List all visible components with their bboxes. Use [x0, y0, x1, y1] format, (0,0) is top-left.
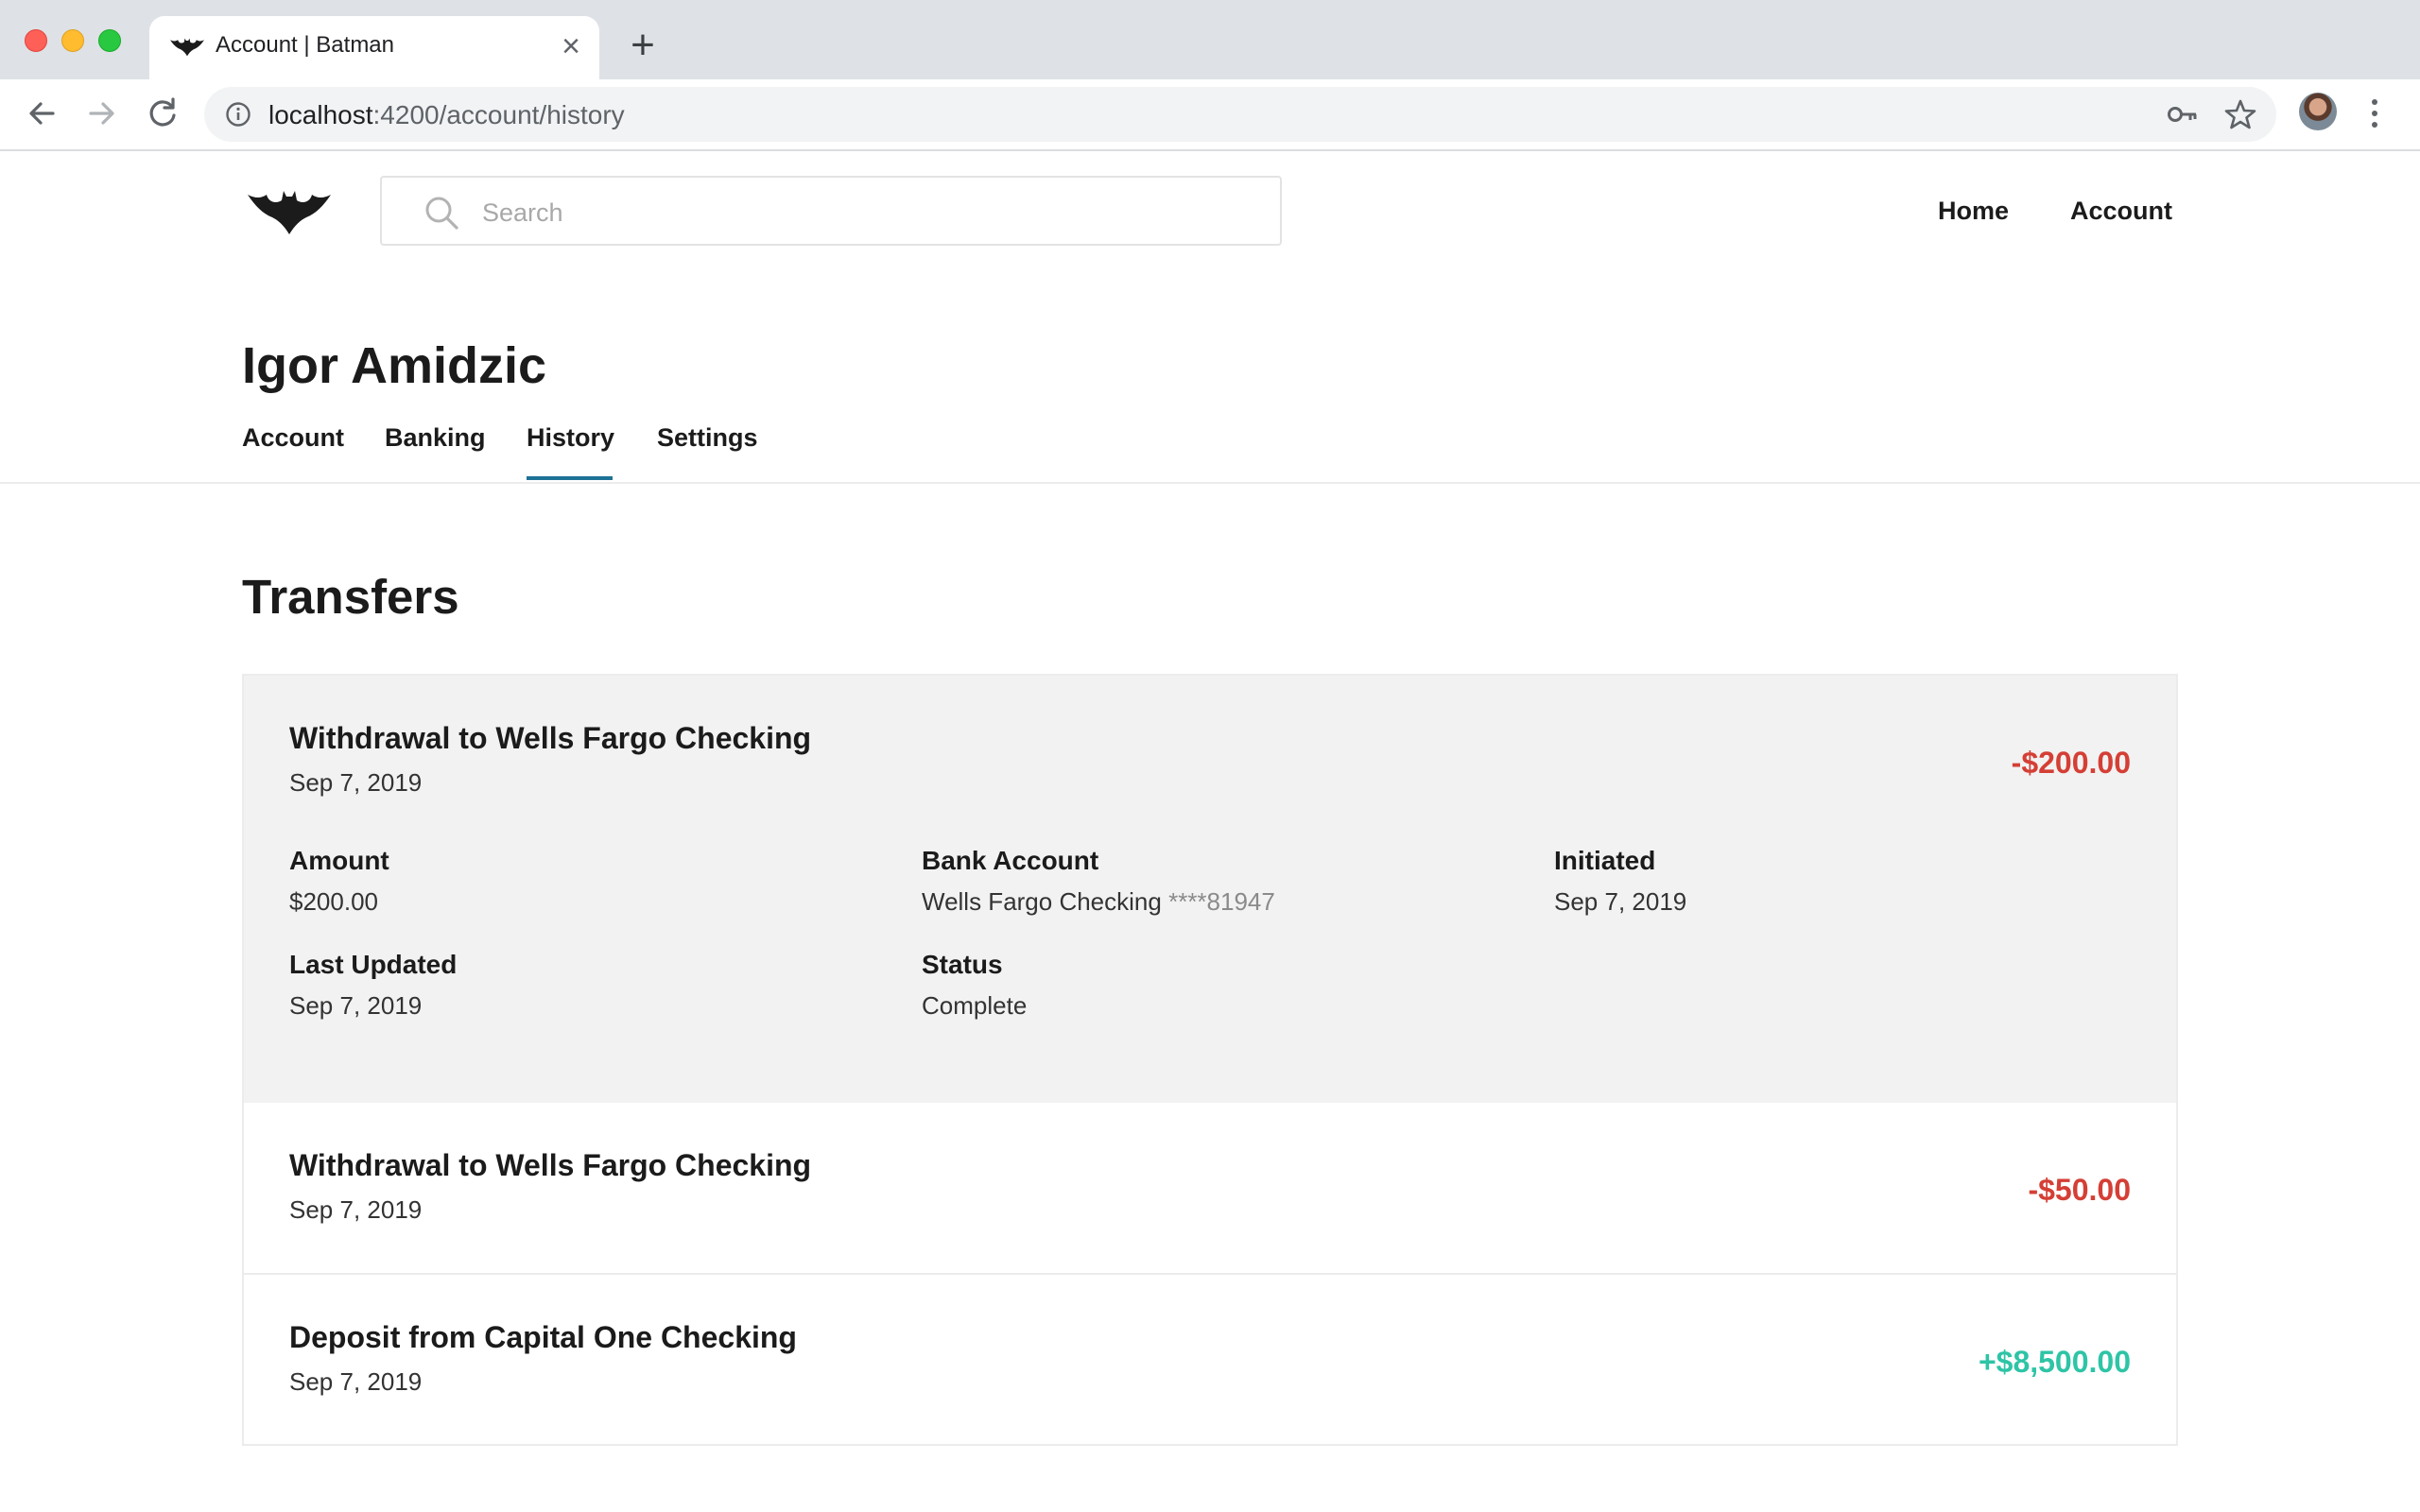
detail-label: Status [922, 950, 1003, 979]
detail-value: Sep 7, 2019 [289, 991, 423, 1020]
browser-tab-title: Account | Batman [216, 32, 394, 58]
transfer-title: Withdrawal to Wells Fargo Checking [289, 1148, 812, 1182]
detail-value: $200.00 [289, 887, 378, 916]
browser-toolbar: localhost:4200/account/history [0, 79, 2420, 151]
search-icon [425, 197, 458, 230]
user-name-heading: Igor Amidzic [242, 337, 547, 394]
window-zoom-button[interactable] [98, 29, 121, 52]
detail-label: Amount [289, 846, 389, 875]
transfers-heading: Transfers [242, 570, 459, 624]
close-icon[interactable]: × [556, 30, 586, 62]
detail-value: Sep 7, 2019 [1554, 887, 1687, 916]
transfer-row-expanded[interactable]: Withdrawal to Wells Fargo Checking Sep 7… [244, 676, 2176, 1103]
reload-icon[interactable] [144, 94, 182, 132]
url-host: localhost [268, 100, 373, 129]
transfer-date: Sep 7, 2019 [289, 768, 423, 797]
detail-status: Status Complete [922, 950, 1027, 1021]
transfer-row[interactable]: Withdrawal to Wells Fargo Checking Sep 7… [244, 1103, 2176, 1275]
detail-label: Initiated [1554, 846, 1656, 875]
forward-arrow-icon[interactable] [83, 94, 121, 132]
transfer-list: Withdrawal to Wells Fargo Checking Sep 7… [242, 674, 2178, 1446]
tab-account[interactable]: Account [242, 423, 344, 453]
detail-label: Last Updated [289, 950, 458, 979]
address-bar[interactable]: localhost:4200/account/history [204, 87, 2276, 142]
tab-banking[interactable]: Banking [385, 423, 486, 453]
url-text: localhost:4200/account/history [268, 100, 625, 130]
star-icon[interactable] [2223, 97, 2257, 131]
bank-account-mask: ****81947 [1168, 887, 1275, 916]
transfer-date: Sep 7, 2019 [289, 1195, 423, 1224]
transfer-row[interactable]: Deposit from Capital One Checking Sep 7,… [244, 1275, 2176, 1444]
bank-account-name: Wells Fargo Checking [922, 887, 1162, 916]
detail-last-updated: Last Updated Sep 7, 2019 [289, 950, 457, 1021]
detail-value: Wells Fargo Checking ****81947 [922, 887, 1275, 917]
transfer-title: Withdrawal to Wells Fargo Checking [289, 721, 812, 755]
search-box[interactable] [380, 176, 1282, 246]
search-input[interactable] [480, 191, 1240, 234]
transfer-amount: +$8,500.00 [1978, 1345, 2131, 1379]
key-icon[interactable] [2167, 99, 2199, 129]
plus-icon[interactable]: + [624, 25, 662, 66]
transfer-title: Deposit from Capital One Checking [289, 1320, 797, 1354]
bat-logo-icon [170, 38, 204, 57]
tab-settings[interactable]: Settings [657, 423, 758, 453]
section-divider [0, 482, 2420, 484]
detail-bank-account: Bank Account Wells Fargo Checking ****81… [922, 846, 1275, 917]
window-minimize-button[interactable] [61, 29, 84, 52]
browser-tab[interactable]: Account | Batman × [149, 16, 599, 79]
nav-home-link[interactable]: Home [1938, 197, 2009, 226]
profile-avatar[interactable] [2299, 93, 2337, 130]
window-close-button[interactable] [25, 29, 47, 52]
info-icon[interactable] [225, 101, 251, 128]
detail-initiated: Initiated Sep 7, 2019 [1554, 846, 1686, 917]
bat-logo-icon[interactable] [248, 189, 331, 236]
browser-tab-strip: Account | Batman × + [0, 0, 2420, 79]
transfer-date: Sep 7, 2019 [289, 1367, 423, 1396]
kebab-menu-icon[interactable] [2367, 94, 2382, 132]
nav-account-link[interactable]: Account [2070, 197, 2172, 226]
back-arrow-icon[interactable] [23, 94, 60, 132]
detail-value: Complete [922, 991, 1028, 1020]
tab-history[interactable]: History [527, 423, 614, 453]
detail-label: Bank Account [922, 846, 1099, 875]
detail-amount: Amount $200.00 [289, 846, 389, 917]
transfer-amount: -$50.00 [2028, 1173, 2131, 1207]
active-tab-indicator [527, 476, 613, 480]
transfer-amount: -$200.00 [2011, 746, 2131, 780]
url-path: :4200/account/history [372, 100, 625, 129]
